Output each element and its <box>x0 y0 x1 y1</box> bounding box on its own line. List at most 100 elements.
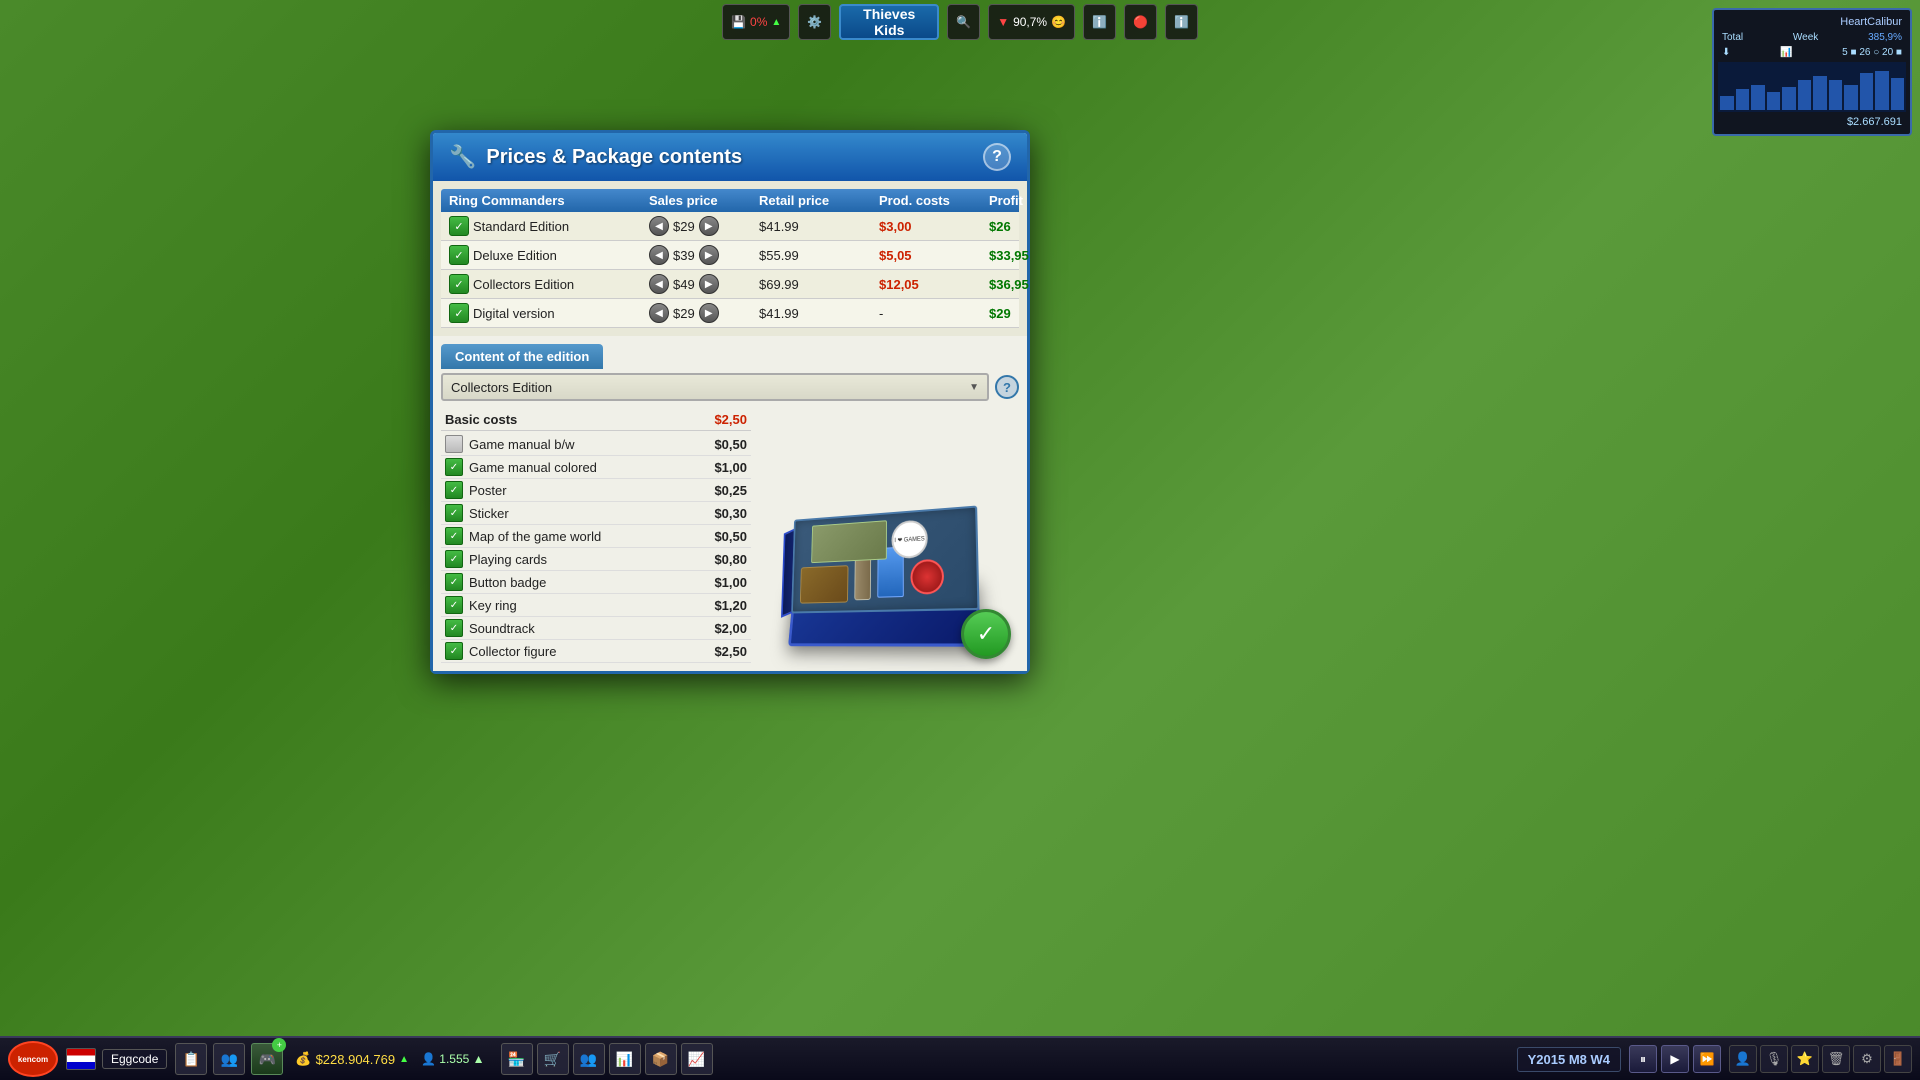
hud-info2[interactable]: 🔴 <box>1124 4 1157 40</box>
badge-plus: + <box>272 1038 286 1052</box>
chart-bar <box>1720 96 1734 110</box>
item-check-2[interactable]: ✓ <box>445 481 463 499</box>
kencom-logo: kencom <box>8 1041 58 1077</box>
item-check-9[interactable]: ✓ <box>445 642 463 660</box>
stats-value: 385,9% <box>1868 32 1902 43</box>
player-name: Eggcode <box>102 1049 167 1069</box>
edition-row-standard[interactable]: ✓ Standard Edition ◀ $29 ▶ $41.99 $3,00 … <box>441 212 1019 241</box>
check-deluxe[interactable]: ✓ <box>449 245 469 265</box>
basic-costs-value: $2,50 <box>714 412 747 427</box>
edition-row-collectors[interactable]: ✓ Collectors Edition ◀ $49 ▶ $69.99 $12,… <box>441 270 1019 299</box>
info-icon: ℹ️ <box>1092 15 1107 29</box>
box-content-badge <box>910 559 944 595</box>
item-check-6[interactable]: ✓ <box>445 573 463 591</box>
edition-row-deluxe[interactable]: ✓ Deluxe Edition ◀ $39 ▶ $55.99 $5,05 $3… <box>441 241 1019 270</box>
price-inc-deluxe[interactable]: ▶ <box>699 245 719 265</box>
profile-icon[interactable]: 👤 <box>1729 1045 1757 1073</box>
item-row-8[interactable]: ✓ Soundtrack $2,00 <box>441 617 751 640</box>
hud-health: ▼ 90,7% 😊 <box>988 4 1075 40</box>
pause-button[interactable]: ⏸ <box>1629 1045 1657 1073</box>
employees-icon[interactable]: 👥 <box>213 1043 245 1075</box>
hud-info1[interactable]: ℹ️ <box>1083 4 1116 40</box>
trending-icon[interactable]: 📈 <box>681 1043 713 1075</box>
cart-icon[interactable]: 🛒 <box>537 1043 569 1075</box>
item-price-7: $1,20 <box>714 598 747 613</box>
item-price-1: $1,00 <box>714 460 747 475</box>
exit-icon[interactable]: 🚪 <box>1884 1045 1912 1073</box>
price-nav-deluxe[interactable]: ◀ $39 ▶ <box>649 245 719 265</box>
hud-gear: ⚙️ <box>798 4 831 40</box>
confirm-button[interactable]: ✓ <box>961 609 1011 659</box>
content-help-button[interactable]: ? <box>995 375 1019 399</box>
delete-icon[interactable]: 🗑 <box>1822 1045 1850 1073</box>
item-row-9[interactable]: ✓ Collector figure $2,50 <box>441 640 751 663</box>
chart-icon[interactable]: 📊 <box>609 1043 641 1075</box>
item-row-3[interactable]: ✓ Sticker $0,30 <box>441 502 751 525</box>
check-digital[interactable]: ✓ <box>449 303 469 323</box>
item-row-7[interactable]: ✓ Key ring $1,20 <box>441 594 751 617</box>
item-check-0[interactable] <box>445 435 463 453</box>
settings-icon[interactable]: ⚙ <box>1853 1045 1881 1073</box>
edition-name-collectors: ✓ Collectors Edition <box>449 274 649 294</box>
play-button[interactable]: ▶ <box>1661 1045 1689 1073</box>
people-icon[interactable]: 👥 <box>573 1043 605 1075</box>
col-sales: Sales price <box>649 193 759 208</box>
menu-icon[interactable]: 📋 <box>175 1043 207 1075</box>
pricing-table-area: Ring Commanders Sales price Retail price… <box>433 181 1027 336</box>
item-check-4[interactable]: ✓ <box>445 527 463 545</box>
item-check-5[interactable]: ✓ <box>445 550 463 568</box>
item-price-2: $0,25 <box>714 483 747 498</box>
retail-collectors: $69.99 <box>759 277 879 292</box>
item-name-9: Collector figure <box>469 644 708 659</box>
price-inc-digital[interactable]: ▶ <box>699 303 719 323</box>
prices-dialog: 🔧 Prices & Package contents ? Ring Comma… <box>430 130 1030 674</box>
mic-icon[interactable]: 🎙 <box>1760 1045 1788 1073</box>
hud-info3[interactable]: ℹ️ <box>1165 4 1198 40</box>
fast-forward-button[interactable]: ⏩ <box>1693 1045 1721 1073</box>
dialog-help-button[interactable]: ? <box>983 143 1011 171</box>
retail-deluxe: $55.99 <box>759 248 879 263</box>
item-check-3[interactable]: ✓ <box>445 504 463 522</box>
price-dec-standard[interactable]: ◀ <box>649 216 669 236</box>
item-row-6[interactable]: ✓ Button badge $1,00 <box>441 571 751 594</box>
price-dec-collectors[interactable]: ◀ <box>649 274 669 294</box>
item-row-2[interactable]: ✓ Poster $0,25 <box>441 479 751 502</box>
controller-icon[interactable]: 🎮 + <box>251 1043 283 1075</box>
price-inc-standard[interactable]: ▶ <box>699 216 719 236</box>
save-arrow: ▲ <box>771 17 781 28</box>
star-icon[interactable]: ⭐ <box>1791 1045 1819 1073</box>
price-dec-deluxe[interactable]: ◀ <box>649 245 669 265</box>
money-display: 💰 $228.904.769 ▲ <box>295 1051 409 1067</box>
col-name: Ring Commanders <box>449 193 649 208</box>
item-row-5[interactable]: ✓ Playing cards $0,80 <box>441 548 751 571</box>
check-standard[interactable]: ✓ <box>449 216 469 236</box>
item-name-5: Playing cards <box>469 552 708 567</box>
content-tab-label[interactable]: Content of the edition <box>441 344 603 369</box>
edition-dropdown[interactable]: Collectors Edition ▼ <box>441 373 989 401</box>
population-display: 👤 1.555 ▲ <box>421 1052 485 1066</box>
chart-bar <box>1829 80 1843 110</box>
stats-numbers: 5 ■ 26 ○ 20 ■ <box>1842 47 1902 58</box>
check-collectors[interactable]: ✓ <box>449 274 469 294</box>
price-dec-digital[interactable]: ◀ <box>649 303 669 323</box>
retail-digital: $41.99 <box>759 306 879 321</box>
price-nav-collectors[interactable]: ◀ $49 ▶ <box>649 274 719 294</box>
item-row-1[interactable]: ✓ Game manual colored $1,00 <box>441 456 751 479</box>
price-nav-standard[interactable]: ◀ $29 ▶ <box>649 216 719 236</box>
chart-bar <box>1844 85 1858 110</box>
item-price-4: $0,50 <box>714 529 747 544</box>
stats-title: HeartCalibur <box>1718 14 1906 30</box>
price-inc-collectors[interactable]: ▶ <box>699 274 719 294</box>
game-title-box[interactable]: Thieves Kids <box>839 4 939 40</box>
item-row-0[interactable]: Game manual b/w $0,50 <box>441 433 751 456</box>
item-row-4[interactable]: ✓ Map of the game world $0,50 <box>441 525 751 548</box>
chart-bar <box>1736 89 1750 110</box>
profit-collectors: $36,95 <box>989 277 1079 292</box>
edition-row-digital[interactable]: ✓ Digital version ◀ $29 ▶ $41.99 - $29 <box>441 299 1019 328</box>
price-nav-digital[interactable]: ◀ $29 ▶ <box>649 303 719 323</box>
item-check-1[interactable]: ✓ <box>445 458 463 476</box>
package-icon[interactable]: 📦 <box>645 1043 677 1075</box>
item-check-7[interactable]: ✓ <box>445 596 463 614</box>
store-icon[interactable]: 🏪 <box>501 1043 533 1075</box>
item-check-8[interactable]: ✓ <box>445 619 463 637</box>
